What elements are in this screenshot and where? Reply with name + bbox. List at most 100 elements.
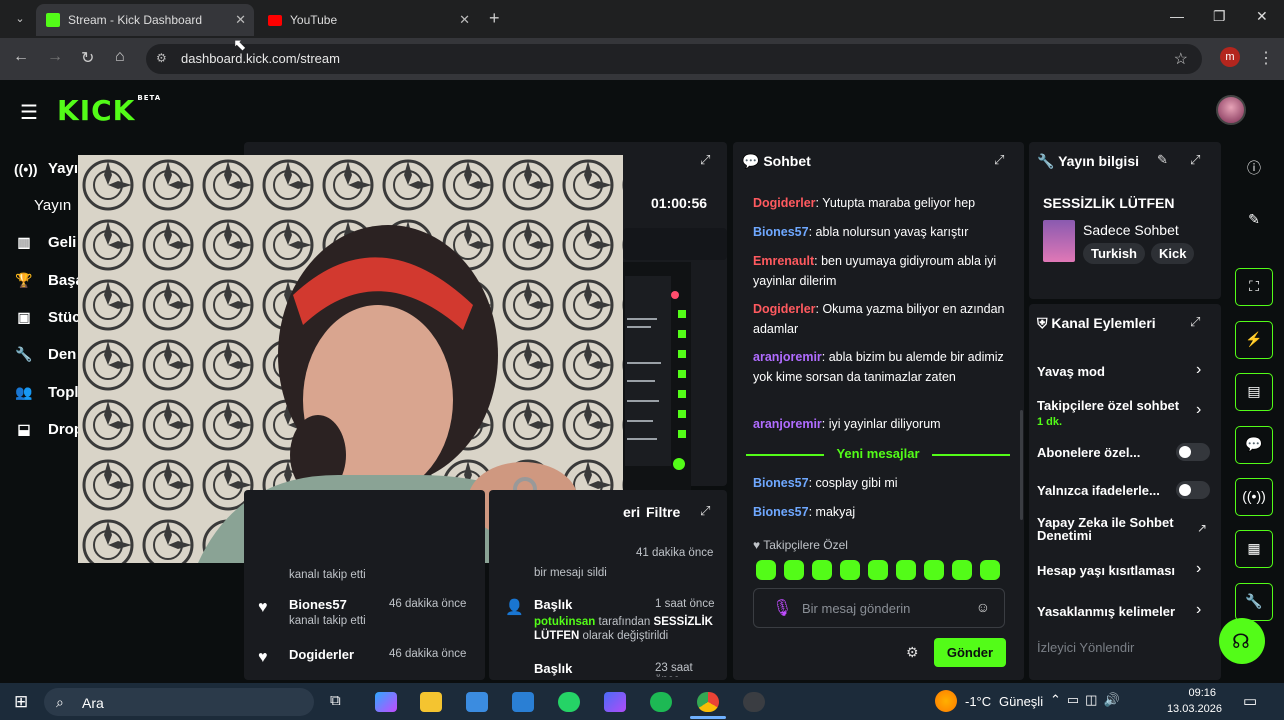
task-view-icon[interactable]: ⧉ xyxy=(330,692,341,709)
chat-message: Dogiderler: Yutupta maraba geliyor hep xyxy=(753,196,976,210)
notifications-icon[interactable]: ▭ xyxy=(1243,692,1257,710)
filter-button[interactable]: Filtre xyxy=(646,504,680,520)
info-icon[interactable]: ⓘ xyxy=(1244,158,1264,178)
chevron-right-icon[interactable]: › xyxy=(1196,361,1201,379)
restore-icon[interactable]: ❐ xyxy=(1213,8,1226,25)
chevron-right-icon[interactable]: › xyxy=(1196,560,1201,578)
chat-scrollbar[interactable] xyxy=(1020,410,1023,520)
weather-condition[interactable]: Güneşli xyxy=(999,694,1043,709)
user-avatar[interactable] xyxy=(1216,95,1246,125)
rail-button-layout[interactable]: ▦ xyxy=(1235,530,1273,568)
window-close-icon[interactable]: ✕ xyxy=(1256,8,1268,25)
emote-icon[interactable] xyxy=(784,560,804,580)
chevron-right-icon[interactable]: › xyxy=(1196,401,1201,419)
subscribers-only-toggle[interactable] xyxy=(1176,443,1210,461)
emoji-picker-icon[interactable]: ☺ xyxy=(976,599,990,615)
new-messages-divider[interactable]: Yeni mesajlar xyxy=(746,446,1010,464)
expand-icon[interactable]: ⤢ xyxy=(700,503,710,519)
rail-button-chat[interactable]: 💬 xyxy=(1235,426,1273,464)
sidebar-item-community[interactable]: 👥 Topl xyxy=(14,384,78,401)
sidebar-item-settings[interactable]: 🔧 Den xyxy=(14,346,76,363)
chrome-icon[interactable] xyxy=(697,692,719,712)
chevron-right-icon[interactable]: › xyxy=(1196,601,1201,619)
expand-icon[interactable]: ⤢ xyxy=(994,152,1004,168)
ai-moderation-action[interactable]: Yapay Zeka ile Sohbet Denetimi xyxy=(1037,516,1187,542)
expand-icon[interactable]: ⤢ xyxy=(1190,314,1200,330)
taskbar-date[interactable]: 13.03.2026 xyxy=(1164,703,1222,715)
copilot-icon[interactable] xyxy=(375,692,397,712)
windows-start-icon[interactable]: ⊞ xyxy=(14,692,28,712)
emote-icon[interactable] xyxy=(868,560,888,580)
followers-only-chat-action[interactable]: Takipçilere özel sohbet 1 dk. xyxy=(1037,398,1187,430)
sidebar-item-analytics[interactable]: ▥ Geli xyxy=(14,234,76,251)
browser-menu-icon[interactable]: ⋮ xyxy=(1258,48,1274,68)
spotify-icon[interactable] xyxy=(650,692,672,712)
heart-icon: ♥ xyxy=(258,649,268,666)
chat-message-input[interactable]: 🎙 Bir mesaj gönderin ☺ xyxy=(753,588,1005,628)
tag-chip[interactable]: Turkish xyxy=(1083,243,1145,264)
emote-icon[interactable] xyxy=(924,560,944,580)
microsoft-store-icon[interactable] xyxy=(466,692,488,712)
kick-logo[interactable]: KICK BETA xyxy=(57,94,161,127)
file-explorer-icon[interactable] xyxy=(420,692,442,712)
emote-icon[interactable] xyxy=(840,560,860,580)
address-bar[interactable]: ⚙ dashboard.kick.com/stream ☆ xyxy=(146,44,1202,74)
rail-button-broadcast[interactable]: ((•)) xyxy=(1235,478,1273,516)
edit-pencil-icon[interactable]: ✎ xyxy=(1244,211,1264,228)
taskbar-clock[interactable]: 09:16 xyxy=(1176,687,1216,699)
forward-icon[interactable]: → xyxy=(47,48,63,66)
help-chat-button[interactable]: ☊ xyxy=(1219,618,1265,664)
hamburger-menu-icon[interactable]: ☰ xyxy=(20,100,38,125)
new-tab-icon[interactable]: + xyxy=(489,8,500,29)
slow-mode-action[interactable]: Yavaş mod xyxy=(1037,364,1105,379)
snipping-tool-icon[interactable] xyxy=(743,692,765,712)
banned-words-action[interactable]: Yasaklanmış kelimeler xyxy=(1037,604,1175,619)
tab-youtube[interactable]: YouTube ✕ xyxy=(258,4,478,36)
expand-icon[interactable]: ⤢ xyxy=(700,152,710,168)
emote-icon[interactable] xyxy=(980,560,1000,580)
sidebar-subitem-stream[interactable]: Yayın xyxy=(34,197,71,214)
emote-icon[interactable] xyxy=(896,560,916,580)
back-icon[interactable]: ← xyxy=(13,48,29,66)
microphone-icon[interactable]: 🎙 xyxy=(772,598,792,618)
edit-pencil-icon[interactable]: ✎ xyxy=(1157,152,1168,168)
m365-icon[interactable] xyxy=(604,692,626,712)
mail-icon[interactable] xyxy=(512,692,534,712)
url-text[interactable]: dashboard.kick.com/stream xyxy=(181,51,340,66)
sidebar-item-drops[interactable]: ⬓ Drop xyxy=(14,421,83,438)
rail-button-tools[interactable]: 🔧 xyxy=(1235,583,1273,621)
chat-settings-gear-icon[interactable]: ⚙ xyxy=(906,644,919,661)
weather-temperature[interactable]: -1°C xyxy=(965,694,991,709)
emotes-only-toggle[interactable] xyxy=(1176,481,1210,499)
browser-profile-avatar[interactable]: m xyxy=(1220,47,1240,67)
chat-message: Biones57: makyaj xyxy=(753,505,856,519)
whatsapp-icon[interactable] xyxy=(558,692,580,712)
tab-kick-dashboard[interactable]: Stream - Kick Dashboard ✕ xyxy=(36,4,254,36)
close-tab-icon[interactable]: ✕ xyxy=(459,12,470,28)
home-icon[interactable]: ⌂ xyxy=(115,48,125,66)
emote-icon[interactable] xyxy=(952,560,972,580)
minimize-icon[interactable]: — xyxy=(1170,8,1184,24)
sidebar-item-achievements[interactable]: 🏆 Başa xyxy=(14,272,84,289)
send-button[interactable]: Gönder xyxy=(934,638,1006,667)
external-link-icon[interactable]: ↗ xyxy=(1197,521,1207,535)
rail-button-notes[interactable]: ▤ xyxy=(1235,373,1273,411)
subscribers-only-action: Abonelere özel... xyxy=(1037,445,1141,460)
system-tray-icons[interactable]: ⌃▭◫🔊 xyxy=(1050,692,1126,708)
sidebar-item-studio[interactable]: ▣ Stüc xyxy=(14,309,80,326)
rail-button-quick-actions[interactable]: ⚡ xyxy=(1235,321,1273,359)
account-age-action[interactable]: Hesap yaşı kısıtlaması xyxy=(1037,563,1175,578)
rail-button-screen[interactable]: ⛶ xyxy=(1235,268,1273,306)
tag-chip[interactable]: Kick xyxy=(1151,243,1195,264)
sidebar-item-stream[interactable]: ((•)) Yayın xyxy=(14,160,87,177)
reload-icon[interactable]: ↻ xyxy=(81,48,94,68)
tab-search-chevron-icon[interactable]: ⌄ xyxy=(10,9,30,29)
site-info-icon[interactable]: ⚙ xyxy=(156,51,167,65)
emote-icon[interactable] xyxy=(756,560,776,580)
raid-redirect-action[interactable]: İzleyici Yönlendir xyxy=(1037,640,1134,655)
close-tab-icon[interactable]: ✕ xyxy=(235,12,246,28)
emote-icon[interactable] xyxy=(812,560,832,580)
expand-icon[interactable]: ⤢ xyxy=(1190,152,1200,168)
taskbar-search[interactable]: ⌕ Ara xyxy=(44,688,314,716)
bookmark-star-icon[interactable]: ☆ xyxy=(1174,49,1188,69)
